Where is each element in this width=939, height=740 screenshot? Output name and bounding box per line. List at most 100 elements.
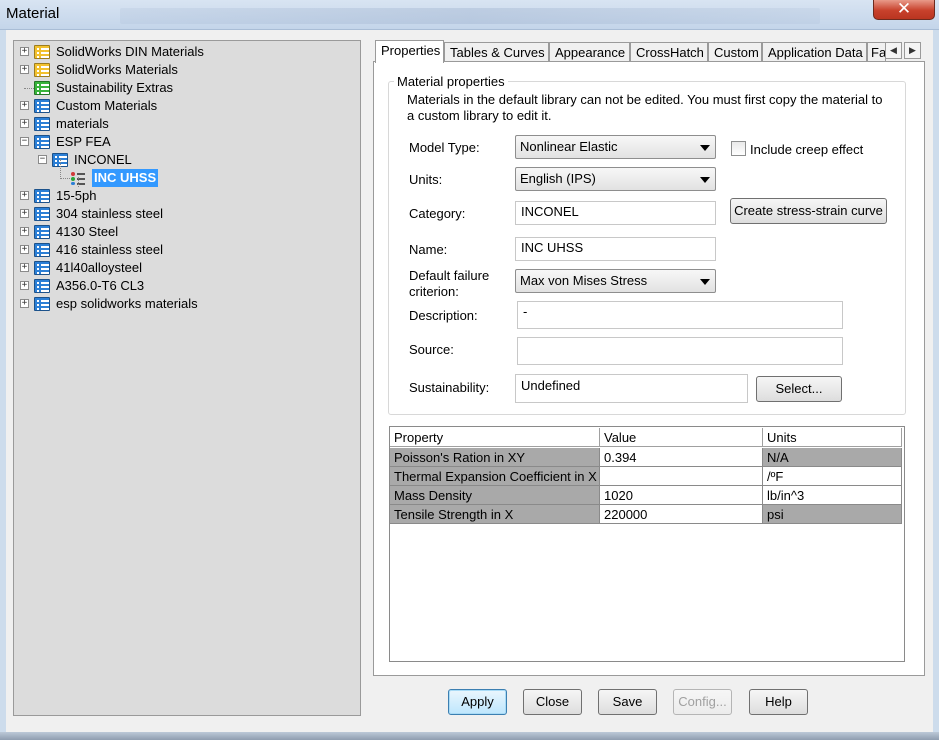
create-stress-strain-curve-button[interactable]: Create stress-strain curve: [730, 198, 887, 224]
tab-scroll-left-icon[interactable]: ◀: [885, 42, 902, 59]
tree-item-inc-uhss[interactable]: INC UHSS: [14, 169, 354, 187]
tree-item-label[interactable]: ESP FEA: [56, 133, 111, 151]
column-header-value[interactable]: Value: [600, 428, 763, 447]
column-header-units[interactable]: Units: [763, 428, 902, 447]
expand-icon[interactable]: +: [20, 191, 29, 200]
library-icon: [34, 99, 50, 113]
tree-item-label[interactable]: SolidWorks Materials: [56, 61, 178, 79]
property-value-cell[interactable]: 0.394: [600, 448, 763, 467]
property-value-cell[interactable]: 220000: [600, 505, 763, 524]
library-icon: [34, 261, 50, 275]
window-close-button[interactable]: ✕: [873, 0, 935, 20]
tree-item-4130-steel[interactable]: +4130 Steel: [14, 223, 354, 241]
library-icon: [34, 63, 50, 77]
property-name-cell: Thermal Expansion Coefficient in X: [390, 467, 600, 486]
tree-item-esp-solidworks-materials[interactable]: + esp solidworks materials: [14, 295, 354, 313]
tree-item-materials[interactable]: + materials: [14, 115, 354, 133]
expand-icon[interactable]: +: [20, 281, 29, 290]
table-row[interactable]: Poisson's Ration in XY 0.394 N/A: [390, 448, 902, 467]
expand-icon[interactable]: +: [20, 299, 29, 308]
window-title: Material: [6, 5, 60, 22]
expand-icon[interactable]: +: [20, 65, 29, 74]
tree-item-esp-fea[interactable]: − ESP FEA: [14, 133, 354, 151]
tree-item-41l40alloysteel[interactable]: +41l40alloysteel: [14, 259, 354, 277]
property-units-cell: psi: [763, 505, 902, 524]
tree-item-label[interactable]: 416 stainless steel: [56, 241, 163, 259]
tree-item-inconel[interactable]: − INCONEL: [14, 151, 354, 169]
property-units-cell: lb/in^3: [763, 486, 902, 505]
failure-criterion-select[interactable]: Max von Mises Stress: [515, 269, 716, 293]
expand-icon[interactable]: +: [20, 245, 29, 254]
expand-icon[interactable]: +: [20, 263, 29, 272]
tree-item-label[interactable]: 304 stainless steel: [56, 205, 163, 223]
property-value-cell[interactable]: 1020: [600, 486, 763, 505]
source-field[interactable]: [517, 337, 843, 365]
collapse-icon[interactable]: −: [20, 137, 29, 146]
tree-item-label[interactable]: esp solidworks materials: [56, 295, 198, 313]
tree-item-label[interactable]: SolidWorks DIN Materials: [56, 43, 204, 61]
property-name-cell: Tensile Strength in X: [390, 505, 600, 524]
library-icon: [34, 243, 50, 257]
tab-crosshatch[interactable]: CrossHatch: [630, 42, 708, 63]
units-select[interactable]: English (IPS): [515, 167, 716, 191]
tree-item-label[interactable]: Sustainability Extras: [56, 79, 173, 97]
tab-properties[interactable]: Properties: [375, 40, 444, 63]
tree-item-solidworks-din-materials[interactable]: + SolidWorks DIN Materials: [14, 43, 354, 61]
property-value-cell[interactable]: [600, 467, 763, 486]
background-toolbar-ghost: [120, 8, 820, 24]
library-icon: [34, 279, 50, 293]
tab-tables-curves[interactable]: Tables & Curves: [444, 42, 549, 63]
tree-item-label[interactable]: Custom Materials: [56, 97, 157, 115]
tab-scroll-right-icon[interactable]: ▶: [904, 42, 921, 59]
tree-item-304-stainless-steel[interactable]: +304 stainless steel: [14, 205, 354, 223]
description-field[interactable]: -: [517, 301, 843, 329]
description-label: Description:: [409, 308, 478, 323]
apply-button[interactable]: Apply: [448, 689, 507, 715]
creep-effect-checkbox[interactable]: [731, 141, 746, 156]
name-field[interactable]: INC UHSS: [515, 237, 716, 261]
tree-item-15-5ph[interactable]: +15-5ph: [14, 187, 354, 205]
model-type-select[interactable]: Nonlinear Elastic: [515, 135, 716, 159]
expand-icon[interactable]: +: [20, 119, 29, 128]
chevron-down-icon: [700, 177, 710, 183]
table-row[interactable]: Mass Density 1020 lb/in^3: [390, 486, 902, 505]
save-button[interactable]: Save: [598, 689, 657, 715]
close-button[interactable]: Close: [523, 689, 582, 715]
table-row[interactable]: Tensile Strength in X 220000 psi: [390, 505, 902, 524]
sustainability-select-button[interactable]: Select...: [756, 376, 842, 402]
expand-icon[interactable]: +: [20, 209, 29, 218]
table-header: Property Value Units: [390, 428, 902, 447]
tab-custom[interactable]: Custom: [708, 42, 762, 63]
tree-item-sustainability-extras[interactable]: Sustainability Extras: [14, 79, 354, 97]
tree-item-label[interactable]: INCONEL: [74, 151, 132, 169]
creep-effect-label[interactable]: Include creep effect: [750, 142, 863, 157]
expand-icon[interactable]: +: [20, 101, 29, 110]
material-library-tree[interactable]: + SolidWorks DIN Materials + SolidWorks Mat…: [13, 40, 361, 716]
tree-item-a356-0-t6-cl3[interactable]: + A356.0-T6 CL3: [14, 277, 354, 295]
library-icon: [34, 225, 50, 239]
category-field[interactable]: INCONEL: [515, 201, 716, 225]
chevron-down-icon: [700, 145, 710, 151]
table-row[interactable]: Thermal Expansion Coefficient in X /ºF: [390, 467, 902, 486]
tab-application-data[interactable]: Application Data: [762, 42, 867, 63]
tree-connector: [60, 159, 61, 177]
name-label: Name:: [409, 242, 448, 257]
tree-item-label[interactable]: INC UHSS: [92, 169, 159, 187]
tree-item-416-stainless-steel[interactable]: +416 stainless steel: [14, 241, 354, 259]
tree-item-custom-materials[interactable]: + Custom Materials: [14, 97, 354, 115]
tree-item-label[interactable]: 41l40alloysteel: [56, 259, 142, 277]
units-value: English (IPS): [520, 171, 596, 186]
column-header-property[interactable]: Property: [390, 428, 600, 447]
tab-appearance[interactable]: Appearance: [549, 42, 630, 63]
collapse-icon[interactable]: −: [38, 155, 47, 164]
help-button[interactable]: Help: [749, 689, 808, 715]
tree-item-label[interactable]: 4130 Steel: [56, 223, 118, 241]
tab-favorites[interactable]: Favorites: [867, 42, 886, 63]
tree-item-solidworks-materials[interactable]: + SolidWorks Materials: [14, 61, 354, 79]
expand-icon[interactable]: +: [20, 227, 29, 236]
expand-icon[interactable]: +: [20, 47, 29, 56]
library-icon: [34, 297, 50, 311]
tree-item-label[interactable]: materials: [56, 115, 109, 133]
tree-item-label[interactable]: 15-5ph: [56, 187, 96, 205]
tree-item-label[interactable]: A356.0-T6 CL3: [56, 277, 144, 295]
